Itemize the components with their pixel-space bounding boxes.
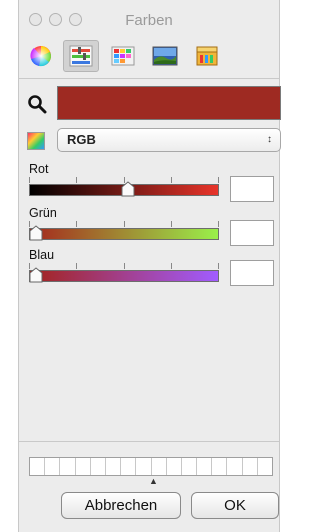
- slider-track-green[interactable]: [29, 228, 219, 240]
- swatch[interactable]: [91, 458, 106, 475]
- color-wheel-icon: [30, 46, 51, 67]
- slider-ticks-green: [29, 221, 219, 227]
- swatch[interactable]: [76, 458, 91, 475]
- slider-thumb-blue[interactable]: [29, 267, 43, 283]
- tab-color-wheel[interactable]: [23, 40, 59, 72]
- swatch[interactable]: [30, 458, 46, 475]
- swatch[interactable]: [212, 458, 228, 475]
- color-sliders-icon: [69, 45, 93, 67]
- color-well-row: [27, 86, 281, 120]
- swatch[interactable]: [227, 458, 243, 475]
- cancel-button[interactable]: Abbrechen: [61, 492, 181, 519]
- swatch[interactable]: [60, 458, 76, 475]
- tab-image-palettes[interactable]: [147, 40, 183, 72]
- swatch[interactable]: [121, 458, 137, 475]
- color-palettes-icon: [111, 46, 135, 66]
- tab-color-palettes[interactable]: [105, 40, 141, 72]
- swatch[interactable]: [106, 458, 122, 475]
- slider-label-red: Rot: [29, 162, 49, 176]
- select-arrows-icon: ↕: [267, 134, 272, 145]
- magnifier-icon[interactable]: [27, 94, 47, 114]
- image-palettes-icon: [152, 46, 178, 66]
- slider-thumb-red[interactable]: [121, 181, 135, 197]
- swatch[interactable]: [258, 458, 272, 475]
- blue-value-field[interactable]: [230, 260, 274, 286]
- swatch[interactable]: [136, 458, 152, 475]
- color-mode-select[interactable]: RGB ↕: [57, 128, 281, 152]
- swatch[interactable]: [152, 458, 167, 475]
- swatch[interactable]: [45, 458, 61, 475]
- window-title: Farben: [125, 12, 173, 29]
- custom-swatches[interactable]: [29, 457, 273, 476]
- title-bar: Farben: [19, 0, 279, 36]
- crayons-icon: [196, 46, 218, 66]
- green-value-field[interactable]: [230, 220, 274, 246]
- swatch[interactable]: [243, 458, 258, 475]
- swatch[interactable]: [182, 458, 198, 475]
- slider-ticks-blue: [29, 263, 219, 269]
- mode-row: RGB ↕: [27, 128, 281, 154]
- slider-track-blue[interactable]: [29, 270, 219, 282]
- tab-crayons[interactable]: [189, 40, 225, 72]
- ok-button[interactable]: OK: [191, 492, 279, 519]
- color-mode-value: RGB: [67, 132, 96, 147]
- tab-color-sliders[interactable]: [63, 40, 99, 72]
- slider-label-green: Grün: [29, 206, 57, 220]
- slider-thumb-green[interactable]: [29, 225, 43, 241]
- toolbar-divider: [19, 78, 279, 79]
- current-color-well[interactable]: [57, 86, 281, 120]
- red-value-field[interactable]: [230, 176, 274, 202]
- swatch[interactable]: [167, 458, 182, 475]
- resize-handle-icon[interactable]: ▲: [149, 476, 158, 486]
- bottom-divider: [19, 441, 279, 442]
- colors-window: Farben RGB ↕ Rot Grün Blau ▲ Abbrechen O…: [18, 0, 281, 532]
- slider-label-blue: Blau: [29, 248, 55, 262]
- swatch[interactable]: [197, 458, 213, 475]
- color-space-icon[interactable]: [27, 132, 45, 150]
